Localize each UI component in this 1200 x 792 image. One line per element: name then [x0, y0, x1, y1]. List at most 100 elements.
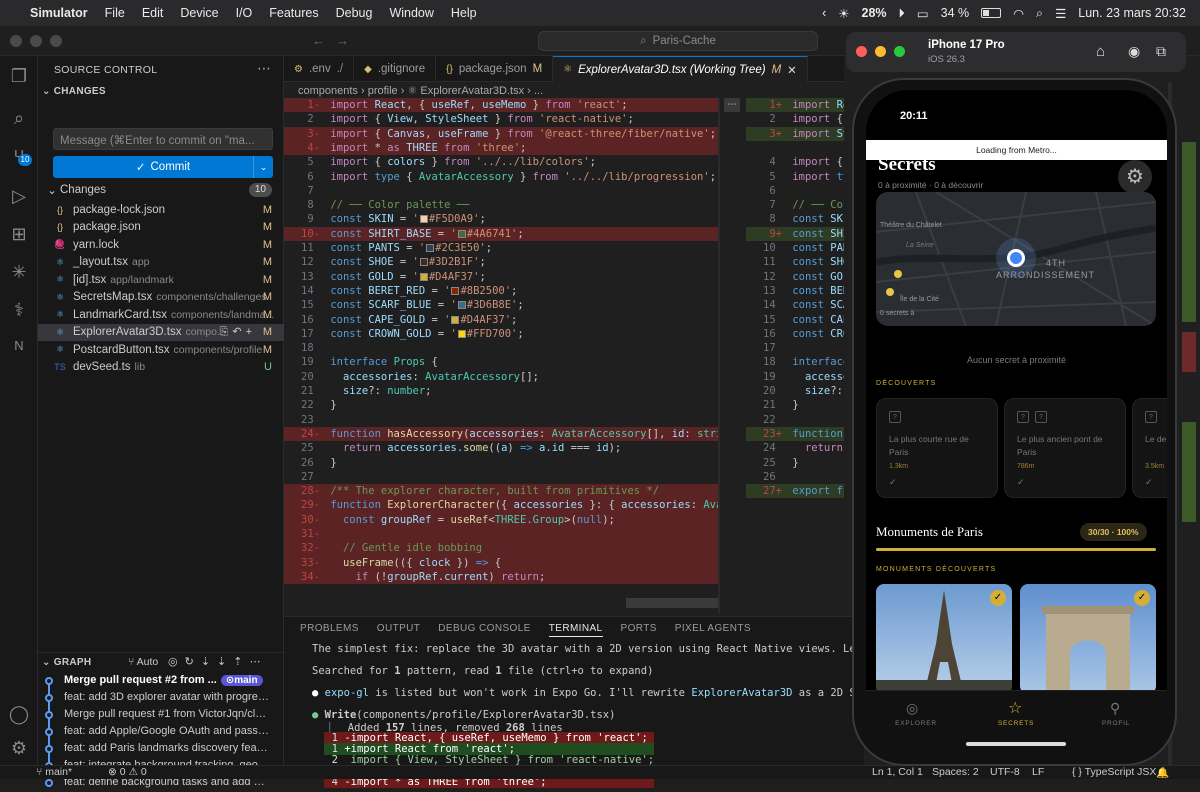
search-icon[interactable]: ⌕ [7, 106, 31, 130]
changed-file-row[interactable]: ⚛ _layout.tsx app M [38, 254, 284, 271]
code-line[interactable]: 14 const SCARF [746, 298, 844, 312]
control-center-icon[interactable]: ☰ [1055, 6, 1066, 21]
run-debug-icon[interactable]: ▷ [7, 184, 31, 208]
menu-simulator[interactable]: Simulator [30, 6, 88, 20]
editor-tab[interactable]: ⚛ ExplorerAvatar3D.tsx (Working Tree) M ✕ [553, 56, 808, 82]
code-line[interactable]: 25 } [746, 456, 844, 470]
sim-minimize-button[interactable] [875, 46, 886, 57]
changed-file-row[interactable]: 🧶 yarn.lock M [38, 236, 284, 253]
code-line[interactable]: 24- function hasAccessory(accessories: A… [284, 426, 718, 442]
code-line[interactable]: 26 [746, 470, 844, 484]
menu-edit[interactable]: Edit [142, 6, 164, 20]
code-line[interactable]: 28- /** The explorer character, built fr… [284, 484, 718, 499]
code-line[interactable]: 18 [284, 341, 718, 355]
home-indicator[interactable] [966, 742, 1066, 746]
encoding[interactable]: UTF-8 [990, 766, 1020, 778]
window-zoom-button[interactable] [50, 35, 62, 47]
panel-tab-debug-console[interactable]: DEBUG CONSOLE [438, 623, 530, 637]
commit-button[interactable]: ✓ Commit ⌄ [53, 156, 273, 178]
horizontal-scrollbar[interactable] [626, 598, 718, 608]
code-line[interactable]: 33- useFrame(({ clock }) => { [284, 555, 718, 570]
code-line[interactable]: 1- import React, { useRef, useMemo } fro… [284, 98, 718, 113]
cursor-position[interactable]: Ln 1, Col 1 [872, 766, 923, 778]
rotate-icon[interactable]: ⧉ [1156, 43, 1166, 60]
code-line[interactable]: 9 const SKIN = ' #F5D0A9'; [284, 212, 718, 226]
settings-gear-icon[interactable]: ⚙ [1118, 160, 1152, 194]
file-actions[interactable]: ⎘↶+ [220, 325, 256, 339]
code-line[interactable]: 29- function ExplorerCharacter({ accesso… [284, 498, 718, 513]
battery-icon[interactable] [981, 8, 1002, 18]
code-line[interactable]: 2 import { Vie [746, 112, 844, 126]
menu-io[interactable]: I/O [236, 6, 253, 20]
wifi-icon[interactable]: ◠ [1013, 6, 1024, 21]
code-line[interactable]: 5 import type [746, 170, 844, 184]
panel-tab-ports[interactable]: PORTS [621, 623, 657, 637]
discovered-secret-card[interactable]: ? Le de 3.5km ✓ [1132, 398, 1167, 498]
window-minimize-button[interactable] [30, 35, 42, 47]
more-actions-icon[interactable]: ⋯ [257, 60, 271, 77]
code-line[interactable]: 17 [746, 341, 844, 355]
app-tab-secrets[interactable]: SECRETS [966, 720, 1066, 729]
menu-window[interactable]: Window [389, 6, 433, 20]
code-line[interactable]: 13 const BERET [746, 284, 844, 298]
extensions-icon[interactable]: ⊞ [7, 222, 31, 246]
menu-features[interactable]: Features [269, 6, 318, 20]
code-line[interactable]: 7 [284, 184, 718, 198]
chevron-left-icon[interactable]: ‹ [822, 6, 826, 20]
code-line[interactable]: 3- import { Canvas, useFrame } from '@re… [284, 126, 718, 141]
code-line[interactable]: 15 const SCARF_BLUE = ' #3D6B8E'; [284, 298, 718, 312]
ai-sparkle-icon[interactable]: ✳ [7, 260, 31, 284]
code-line[interactable]: 23+ function ha [746, 426, 844, 442]
graph-commit-row[interactable]: feat: add 3D explorer avatar with progre… [38, 689, 284, 707]
commit-options-dropdown[interactable]: ⌄ [253, 156, 273, 178]
code-line[interactable]: 19 accessori [746, 370, 844, 384]
code-line[interactable]: 4- import * as THREE from 'three'; [284, 140, 718, 156]
code-line[interactable]: 3+ import Svg, [746, 126, 844, 141]
code-line[interactable]: 9+ const SHIRT [746, 226, 844, 241]
code-line[interactable]: 31- [284, 527, 718, 542]
sim-zoom-button[interactable] [894, 46, 905, 57]
changed-file-row[interactable]: ⚛ ExplorerAvatar3D.tsx compo... ⎘↶+ M [38, 323, 284, 341]
diff-original-editor[interactable]: 1- import React, { useRef, useMemo } fro… [284, 98, 718, 613]
discovered-secret-card[interactable]: ? La plus courte rue de Paris 1.3km ✓ [876, 398, 998, 498]
code-line[interactable]: 12 const GOLD [746, 270, 844, 284]
code-line[interactable]: 21 size?: number; [284, 384, 718, 398]
changed-file-row[interactable]: {} package-lock.json M [38, 201, 284, 218]
changed-file-row[interactable]: ⚛ PostcardButton.tsx components/profile M [38, 341, 284, 358]
code-line[interactable]: 11 const SHOE [746, 255, 844, 269]
code-line[interactable]: 25 return accessories.some((a) => a.id =… [284, 441, 718, 455]
editor-tab[interactable]: {} package.json M [436, 56, 554, 82]
panel-tab-output[interactable]: OUTPUT [377, 623, 421, 637]
display-icon[interactable]: ▭ [917, 6, 929, 21]
code-line[interactable]: 2 import { View, StyleSheet } from 'reac… [284, 112, 718, 126]
code-line[interactable]: 27+ export func [746, 484, 844, 499]
code-line[interactable]: 5 import { colors } from '../../lib/colo… [284, 155, 718, 169]
datetime[interactable]: Lun. 23 mars 20:32 [1078, 6, 1186, 20]
code-line[interactable]: 16 const CROWN [746, 327, 844, 341]
changed-file-row[interactable]: ⚛ SecretsMap.tsx components/challenges M [38, 289, 284, 306]
branch-status[interactable]: ⑂ main* [36, 766, 72, 778]
code-line[interactable]: 6 [746, 184, 844, 198]
notifications-bell-icon[interactable]: 🔔 [1156, 766, 1169, 779]
indentation[interactable]: Spaces: 2 [932, 766, 979, 778]
sim-close-button[interactable] [856, 46, 867, 57]
code-line[interactable]: 19 interface Props { [284, 355, 718, 369]
code-line[interactable]: 20 size?: nu [746, 384, 844, 398]
close-icon[interactable]: ✕ [787, 63, 797, 77]
home-icon[interactable]: ⌂ [1096, 43, 1105, 60]
code-line[interactable]: 8 const SKIN [746, 212, 844, 226]
code-line[interactable]: 11 const PANTS = ' #2C3E50'; [284, 241, 718, 255]
graph-commit-row[interactable]: Merge pull request #1 from VictorJqn/cla… [38, 706, 284, 724]
diff-divider[interactable] [718, 98, 720, 613]
language-mode[interactable]: { } TypeScript JSX [1072, 766, 1156, 778]
secret-marker[interactable] [894, 270, 902, 278]
code-line[interactable]: 20 accessories: AvatarAccessory[]; [284, 370, 718, 384]
panel-tab-problems[interactable]: PROBLEMS [300, 623, 359, 637]
compass-icon[interactable]: ◎ [906, 700, 918, 717]
changed-file-row[interactable]: {} package.json M [38, 219, 284, 236]
code-line[interactable]: 8 // ── Color palette ── [284, 198, 718, 212]
secret-marker[interactable] [886, 288, 894, 296]
code-line[interactable]: 4 import { co [746, 155, 844, 169]
screenshot-icon[interactable]: ◉ [1128, 43, 1140, 60]
play-icon[interactable]: ⏵ [899, 6, 905, 21]
